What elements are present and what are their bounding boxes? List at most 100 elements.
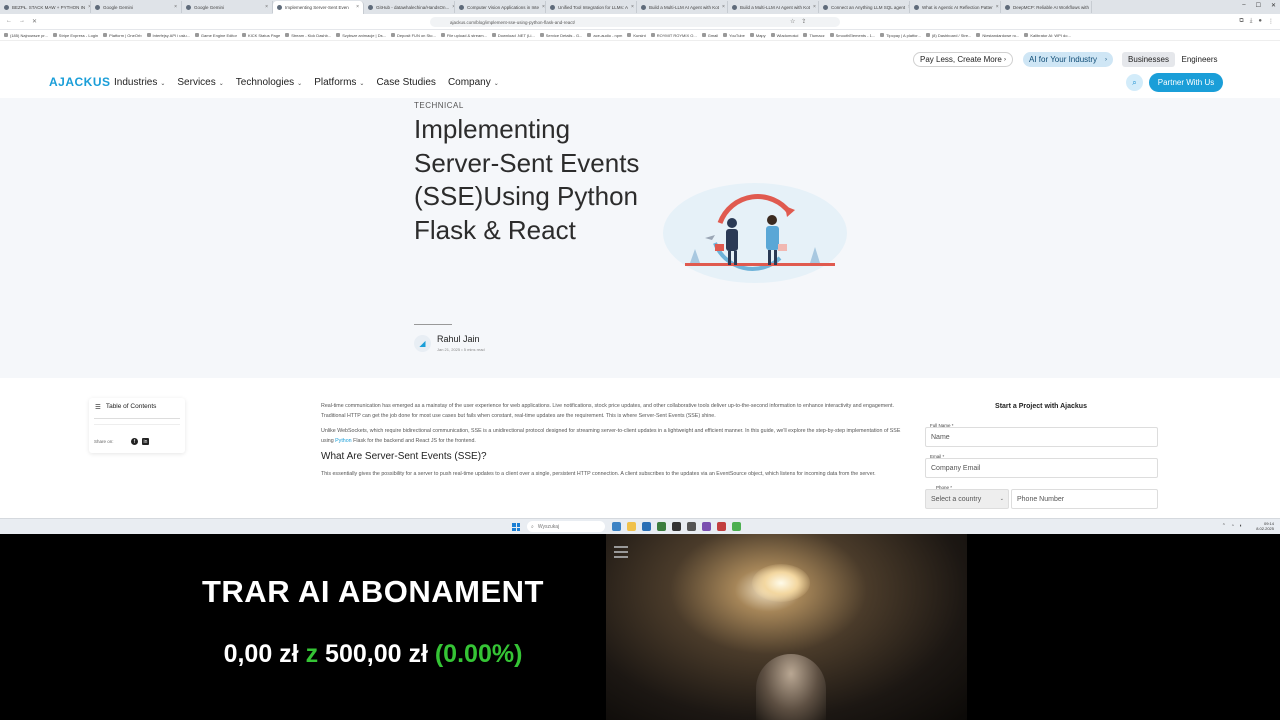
back-icon[interactable]: ← [6,18,12,25]
taskbar-search[interactable]: ⌕ Wyszukaj [527,521,605,532]
bookmark-item[interactable]: Platform | OneOrb [103,33,142,38]
close-tab-icon[interactable]: × [542,4,545,10]
app-icon[interactable] [732,522,741,531]
bookmark-item[interactable]: SmoothElements - 1... [829,33,875,38]
bookmark-item[interactable]: Download .NET (Li... [491,33,535,38]
bookmark-item[interactable]: Mapy [749,33,766,38]
minimize-icon[interactable]: – [1242,2,1245,9]
close-tab-icon[interactable]: × [631,4,634,10]
start-icon[interactable] [512,523,520,531]
site-logo[interactable]: AJACKUS [49,75,111,89]
bookmark-item[interactable]: (8) Dashboard / Stre... [925,33,971,38]
browser-tab[interactable]: BEZPŁ. STACK MAW + PYTHON IN × [0,1,91,13]
volume-icon[interactable]: ◖ [1239,523,1242,529]
ai-industry-button[interactable]: AI for Your Industry › [1023,52,1113,67]
bookmark-item[interactable]: Tipcpay | A platfor... [880,33,921,38]
bookmark-star-icon[interactable]: ☆ [790,18,795,25]
app-icon[interactable] [657,522,666,531]
terminal-icon[interactable] [687,522,696,531]
menu-item-services[interactable]: Services ⌄ [177,77,223,88]
extensions-icon[interactable]: ⧉ [1239,18,1243,25]
tab-title: GitHub - datawhalechina/HandsOn... [376,4,450,10]
bookmark-item[interactable]: Kalibrator AI: WPI do... [1024,33,1071,38]
browser-tab[interactable]: Google Gemini × [91,1,182,13]
browser-tab[interactable]: Build a Multi-LLM AI Agent with Kot × [637,1,728,13]
bookmark-item[interactable]: Szybsze animacje | Ds... [336,33,386,38]
page-title: Implementing Server-Sent Events (SSE)Usi… [414,114,640,245]
share-icon[interactable]: ⇪ [801,18,806,25]
bookmark-item[interactable]: Gmail [701,33,718,38]
search-icon[interactable]: ⌕ [1126,74,1143,91]
bookmark-item[interactable]: ace-audio - npm [587,33,622,38]
browser-tab[interactable]: Unified Tool Integration for LLMs: A × [546,1,637,13]
bookmark-item[interactable]: YouTube [723,33,745,38]
python-link[interactable]: Python [335,438,352,444]
bookmark-item[interactable]: ROYMIT ROYMIX O... [650,33,697,38]
chevron-up-icon[interactable]: ⌃ [1222,523,1226,529]
partner-button[interactable]: Partner With Us [1149,73,1223,92]
country-select[interactable]: Select a country ⌄ [925,489,1009,509]
app-icon[interactable] [642,522,651,531]
bookmark-item[interactable]: KICK Status Page [241,33,280,38]
author-name[interactable]: Rahul Jain [437,334,480,344]
clock[interactable]: 09:14 8.02.2025 [1256,521,1274,531]
divider [94,424,180,425]
app-icon[interactable] [717,522,726,531]
close-tab-icon[interactable]: × [813,4,816,10]
bookmark-item[interactable]: Tłumacz [803,33,825,38]
toc-header[interactable]: ☰ Table of Contents [95,403,156,411]
menu-item-technologies[interactable]: Technologies ⌄ [236,77,302,88]
browser-tab[interactable]: Connect an Anything LLM SQL agent× [819,1,910,13]
bookmark-item[interactable]: (185) Najnowsze pr... [4,33,48,38]
bookmark-favicon-icon [587,33,592,37]
app-icon[interactable] [612,522,621,531]
menu-item-industries[interactable]: Industries ⌄ [114,77,165,88]
menu-item-case-studies[interactable]: Case Studies [376,77,435,88]
browser-tab[interactable]: GitHub - datawhalechina/HandsOn... × [364,1,455,13]
url-field[interactable]: ajackus.com/blog/implement-sse-using-pyt… [430,17,840,27]
bookmark-item[interactable]: Interfejsy API i usłu... [146,33,190,38]
close-tab-icon[interactable]: × [356,4,359,10]
maximize-icon[interactable]: ☐ [1256,2,1261,9]
close-tab-icon[interactable]: × [174,4,177,10]
bookmark-item[interactable]: Wiadomości [770,33,798,38]
close-tab-icon[interactable]: × [722,4,725,10]
bookmark-item[interactable]: Service Details - G... [539,33,582,38]
browser-menu-icon[interactable]: ⋮ [1268,18,1274,25]
bookmark-item[interactable]: Kursint [627,33,646,38]
email-field[interactable]: Company Email [925,458,1158,478]
close-tab-icon[interactable]: × [265,4,268,10]
bookmark-item[interactable]: Game Engine Editor [194,33,237,38]
browser-tab[interactable]: DeepMCP: Reliable AI Workflows with× [1001,1,1092,13]
businesses-toggle[interactable]: Businesses [1122,52,1175,67]
bookmark-item[interactable]: File upload & stream... [440,33,487,38]
download-icon[interactable]: ⤓ [1250,18,1253,25]
name-field[interactable]: Name [925,427,1158,447]
pay-less-button[interactable]: Pay Less, Create More › [913,52,1013,67]
linkedin-icon[interactable]: in [142,438,149,445]
app-icon[interactable] [672,522,681,531]
network-icon[interactable]: ◔ [1231,523,1234,529]
app-icon[interactable] [702,522,711,531]
facebook-icon[interactable]: f [131,438,138,445]
bookmark-item[interactable]: Niestandardowe ro... [976,33,1019,38]
browser-tab[interactable]: Google Gemini × [182,1,273,13]
bookmark-item[interactable]: Stripe Express - Login [52,33,98,38]
close-window-icon[interactable]: ✕ [1271,2,1276,9]
profile-icon[interactable]: ● [1258,18,1262,25]
browser-tab[interactable]: Computer Vision Applications in Inte × [455,1,546,13]
phone-field[interactable]: Phone Number [1011,489,1158,509]
bookmark-item[interactable]: Deposit FUN on Sto... [390,33,436,38]
bookmark-item[interactable]: Stream - Kick Dashb... [285,33,331,38]
browser-tab[interactable]: What is Agentic AI Reflection Patter × [910,1,1001,13]
reload-icon[interactable]: ✕ [32,18,37,25]
menu-item-platforms[interactable]: Platforms ⌄ [314,77,364,88]
engineers-toggle[interactable]: Engineers [1177,52,1222,67]
folder-icon[interactable] [627,522,636,531]
menu-item-company[interactable]: Company ⌄ [448,77,499,88]
paragraph: Real-time communication has emerged as a… [321,403,894,419]
browser-tab[interactable]: Build a Multi-LLM AI Agent with Kot × [728,1,819,13]
forward-icon[interactable]: → [19,18,25,25]
close-tab-icon[interactable]: × [996,4,999,10]
browser-tab[interactable]: Implementing Server-Sent Even × [273,0,364,14]
